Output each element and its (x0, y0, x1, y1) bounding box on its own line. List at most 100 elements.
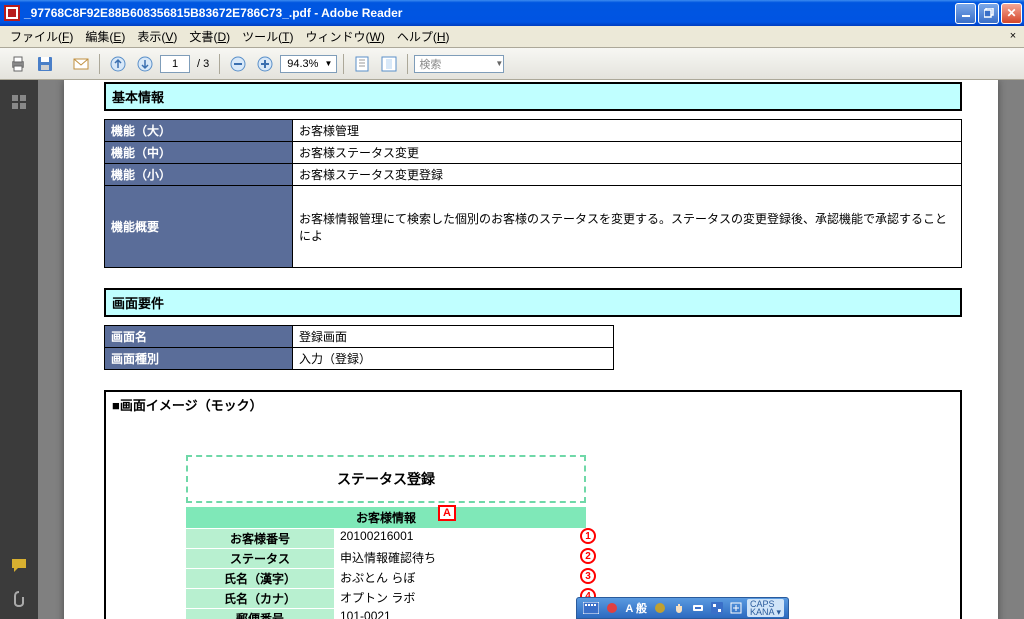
next-page-button[interactable] (133, 52, 157, 76)
ime-settings-icon[interactable] (690, 602, 706, 614)
mock-section-title: ■画面イメージ（モック） (104, 390, 962, 417)
minimize-button[interactable] (955, 3, 976, 24)
ime-pad-icon[interactable] (728, 602, 744, 614)
ime-keyboard-icon[interactable] (581, 602, 601, 614)
ime-mode[interactable]: A 般 (623, 600, 649, 616)
mock-body: ステータス登録 お客様情報 A お客様番号 20100216001 1 ステータ… (104, 417, 962, 619)
document-viewport[interactable]: 基本情報 機能（大） お客様管理 機能（中） お客様ステータス変更 機能（小） … (38, 80, 1024, 619)
separator (343, 54, 344, 74)
menu-file[interactable]: ファイル(F) (4, 26, 79, 47)
table-row: 機能（小） お客様ステータス変更登録 (105, 164, 962, 186)
cell-label: 画面種別 (105, 348, 293, 370)
cell-label: 機能（大） (105, 120, 293, 142)
pdf-page: 基本情報 機能（大） お客様管理 機能（中） お客様ステータス変更 機能（小） … (64, 80, 998, 619)
mock-label: ステータス (186, 548, 334, 568)
menu-help[interactable]: ヘルプ(H) (391, 26, 456, 47)
document-close-button[interactable]: × (1006, 29, 1020, 43)
print-button[interactable] (6, 52, 30, 76)
mock-label: 氏名（カナ） (186, 588, 334, 608)
page-number-input[interactable] (160, 55, 190, 73)
menu-view[interactable]: 表示(V) (131, 26, 183, 47)
cell-value: お客様ステータス変更 (293, 142, 962, 164)
restore-button[interactable] (978, 3, 999, 24)
thumbnails-icon[interactable] (7, 90, 31, 114)
cell-value: 登録画面 (293, 326, 614, 348)
fit-width-button[interactable] (377, 52, 401, 76)
mock-row: 氏名（カナ） オプトン ラボ 4 (186, 588, 586, 608)
zoom-in-button[interactable] (253, 52, 277, 76)
table-row: 画面名 登録画面 (105, 326, 614, 348)
mock-label: 郵便番号 (186, 608, 334, 619)
fit-page-button[interactable] (350, 52, 374, 76)
table-row: 機能（大） お客様管理 (105, 120, 962, 142)
separator (219, 54, 220, 74)
ime-tool-icon[interactable] (652, 602, 668, 614)
dropdown-icon: ▼ (324, 59, 332, 68)
menu-document[interactable]: 文書(D) (183, 26, 236, 47)
annotation-circle: 1 (580, 528, 596, 544)
cell-value: お客様情報管理にて検索した個別のお客様のステータスを変更する。ステータスの変更登… (293, 186, 962, 268)
ime-red-icon[interactable] (604, 602, 620, 614)
sidebar (0, 80, 38, 619)
cell-label: 機能（中） (105, 142, 293, 164)
ime-caps-kana[interactable]: CAPS KANA ▾ (747, 599, 784, 617)
mock-value: 20100216001 (334, 528, 586, 548)
mock-value: オプトン ラボ (334, 588, 586, 608)
annotation-box-a: A (438, 505, 456, 521)
ime-help-icon[interactable] (709, 602, 725, 614)
mock-value: おぷとん らぼ (334, 568, 586, 588)
mock-row: ステータス 申込情報確認待ち 2 (186, 548, 586, 568)
cell-value: お客様管理 (293, 120, 962, 142)
ime-toolbar[interactable]: A 般 CAPS KANA ▾ (576, 597, 789, 619)
annotation-circle: 3 (580, 568, 596, 584)
separator (99, 54, 100, 74)
section-header-basic-info: 基本情報 (104, 82, 962, 111)
mock-value: 申込情報確認待ち (334, 548, 586, 568)
dropdown-icon: ▼ (495, 59, 503, 68)
mock-label: 氏名（漢字） (186, 568, 334, 588)
table-row: 機能（中） お客様ステータス変更 (105, 142, 962, 164)
main-area: 基本情報 機能（大） お客様管理 機能（中） お客様ステータス変更 機能（小） … (0, 80, 1024, 619)
close-button[interactable]: ✕ (1001, 3, 1022, 24)
zoom-out-button[interactable] (226, 52, 250, 76)
comment-icon[interactable] (7, 553, 31, 577)
toolbar: / 3 94.3% ▼ 検索 ▼ (0, 48, 1024, 80)
save-button[interactable] (33, 52, 57, 76)
attachment-icon[interactable] (7, 587, 31, 611)
titlebar: _97768C8F92E88B608356815B83672E786C73_.p… (0, 0, 1024, 26)
zoom-level-select[interactable]: 94.3% ▼ (280, 55, 337, 73)
table-row: 画面種別 入力（登録） (105, 348, 614, 370)
cell-label: 機能概要 (105, 186, 293, 268)
cell-value: 入力（登録） (293, 348, 614, 370)
separator (407, 54, 408, 74)
zoom-value: 94.3% (287, 58, 318, 70)
adobe-reader-icon (4, 5, 20, 21)
page-total: / 3 (193, 58, 213, 70)
mock-label: お客様番号 (186, 528, 334, 548)
window-title: _97768C8F92E88B608356815B83672E786C73_.p… (24, 6, 955, 20)
menu-window[interactable]: ウィンドウ(W) (299, 26, 390, 47)
mock-value: 101-0021 (334, 608, 586, 619)
mock-customer-info-header: お客様情報 A (186, 507, 586, 528)
prev-page-button[interactable] (106, 52, 130, 76)
mock-row: 郵便番号 101-0021 5 (186, 608, 586, 619)
email-button[interactable] (69, 52, 93, 76)
mock-row: 氏名（漢字） おぷとん らぼ 3 (186, 568, 586, 588)
cell-value: お客様ステータス変更登録 (293, 164, 962, 186)
mock-row: お客様番号 20100216001 1 (186, 528, 586, 548)
menu-edit[interactable]: 編集(E) (79, 26, 131, 47)
search-input[interactable]: 検索 (414, 55, 504, 73)
window-controls: ✕ (955, 3, 1022, 24)
menubar: ファイル(F) 編集(E) 表示(V) 文書(D) ツール(T) ウィンドウ(W… (0, 26, 1024, 48)
cell-label: 機能（小） (105, 164, 293, 186)
screen-req-table: 画面名 登録画面 画面種別 入力（登録） (104, 325, 614, 370)
annotation-circle: 2 (580, 548, 596, 564)
menu-tools[interactable]: ツール(T) (236, 26, 299, 47)
basic-info-table: 機能（大） お客様管理 機能（中） お客様ステータス変更 機能（小） お客様ステ… (104, 119, 962, 268)
cell-label: 画面名 (105, 326, 293, 348)
ime-hand-icon[interactable] (671, 602, 687, 614)
table-row: 機能概要 お客様情報管理にて検索した個別のお客様のステータスを変更する。ステータ… (105, 186, 962, 268)
search-placeholder: 検索 (419, 59, 441, 71)
mock-heading: ステータス登録 (186, 455, 586, 503)
section-header-screen-req: 画面要件 (104, 288, 962, 317)
